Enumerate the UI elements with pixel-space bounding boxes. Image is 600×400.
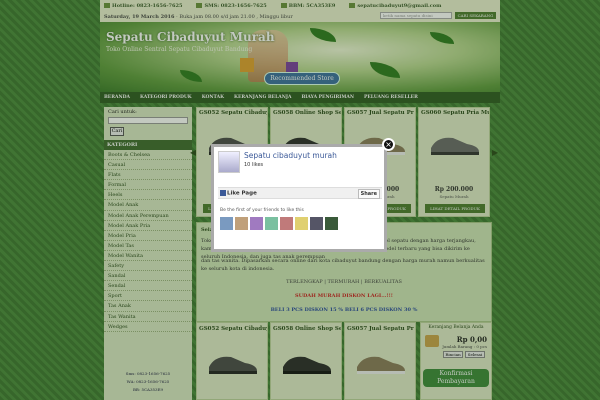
avatar[interactable] xyxy=(220,217,233,230)
avatar[interactable] xyxy=(235,217,248,230)
fb-page-name[interactable]: Sepatu cibaduyut murah xyxy=(244,151,337,160)
avatar[interactable] xyxy=(295,217,308,230)
avatar[interactable] xyxy=(325,217,338,230)
fb-face-pile xyxy=(220,217,338,230)
page-thumbnail[interactable] xyxy=(218,151,240,173)
close-icon[interactable]: × xyxy=(382,138,395,151)
fb-friends-text: Be the first of your friends to like thi… xyxy=(220,208,304,213)
avatar[interactable] xyxy=(310,217,323,230)
avatar[interactable] xyxy=(265,217,278,230)
like-label: Like Page xyxy=(227,190,257,197)
avatar[interactable] xyxy=(250,217,263,230)
fb-share-button[interactable]: Share xyxy=(357,189,380,199)
fb-likes-count: 10 likes xyxy=(244,162,264,168)
facebook-like-popup: × Sepatu cibaduyut murah 10 likes Like P… xyxy=(211,138,395,252)
fb-like-button[interactable]: Like Page xyxy=(220,190,257,197)
facebook-icon xyxy=(220,190,226,196)
avatar[interactable] xyxy=(280,217,293,230)
fb-action-bar: Like Page Share xyxy=(218,187,382,199)
